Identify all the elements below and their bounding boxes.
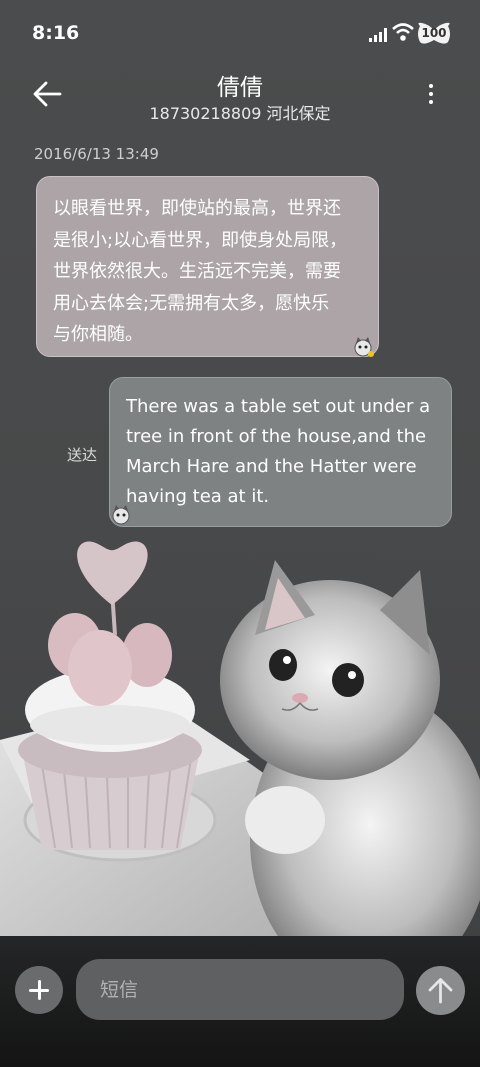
more-options-button[interactable] xyxy=(416,78,446,110)
message-line: 以眼看世界，即使站的最高，世界还 xyxy=(53,198,341,219)
status-bar: 8:16 100 xyxy=(0,0,480,64)
wifi-icon xyxy=(392,22,414,46)
message-line: There was a table set out under a xyxy=(126,396,431,417)
message-input[interactable] xyxy=(76,959,404,1020)
signal-icon xyxy=(369,27,387,46)
message-timestamp: 2016/6/13 13:49 xyxy=(34,145,159,163)
messaging-screen: 8:16 100 倩倩 18730218809 河北保定 2016/6/13 1… xyxy=(0,0,480,1067)
wallpaper-image xyxy=(0,520,480,940)
message-line: 与你相随。 xyxy=(53,324,143,345)
attach-button[interactable] xyxy=(15,966,63,1014)
message-line: having tea at it. xyxy=(126,486,270,507)
message-line: 是很小;以心看世界，即使身处局限， xyxy=(53,229,348,251)
delivery-status: 送达 xyxy=(67,446,98,464)
cat-sticker-icon xyxy=(110,504,132,526)
message-line: 用心去体会;无需拥有太多，愿快乐 xyxy=(53,292,330,314)
cat-sticker-icon xyxy=(352,336,374,358)
message-line: tree in front of the house,and the xyxy=(126,426,427,447)
message-line: 世界依然很大。生活远不完美，需要 xyxy=(53,261,341,282)
incoming-message-bubble[interactable]: 以眼看世界，即使站的最高，世界还 是很小;以心看世界，即使身处局限， 世界依然很… xyxy=(36,176,379,357)
conversation-header: 倩倩 18730218809 河北保定 xyxy=(0,64,480,136)
message-line: March Hare and the Hatter were xyxy=(126,456,417,477)
send-button[interactable] xyxy=(416,966,465,1015)
battery-icon: 100 xyxy=(416,22,452,46)
battery-level: 100 xyxy=(421,26,447,40)
send-arrow-icon xyxy=(428,978,453,1004)
contact-name[interactable]: 倩倩 xyxy=(0,68,480,102)
status-time: 8:16 xyxy=(32,22,80,44)
outgoing-message-bubble[interactable]: There was a table set out under a tree i… xyxy=(109,377,452,527)
contact-number-location: 18730218809 河北保定 xyxy=(149,104,331,123)
